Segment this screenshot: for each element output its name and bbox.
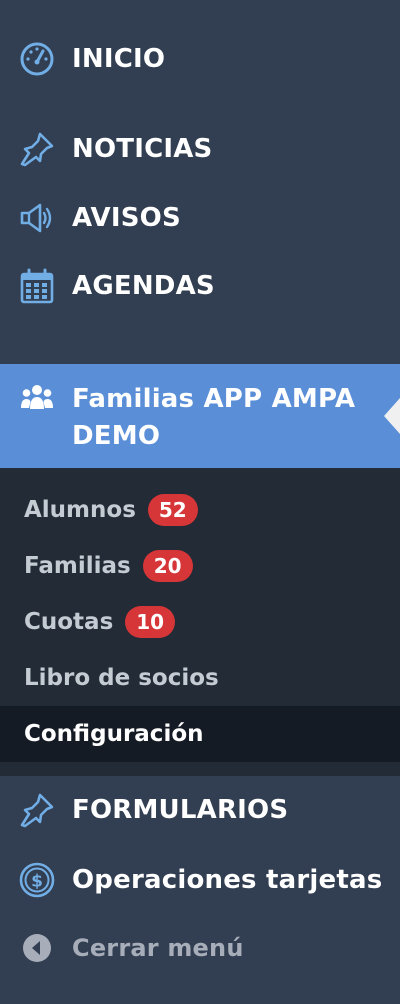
dashboard-gauge-icon <box>18 40 56 78</box>
submenu-familias: Alumnos 52 Familias 20 Cuotas 10 Libro d… <box>0 468 400 776</box>
svg-text:$: $ <box>31 872 43 892</box>
menu-label-familias-app: Familias APP AMPA DEMO <box>72 384 356 451</box>
menu-item-agendas[interactable]: AGENDAS <box>0 263 400 309</box>
megaphone-icon <box>18 199 56 237</box>
group-users-icon <box>18 379 56 417</box>
submenu-item-libro-de-socios[interactable]: Libro de socios <box>0 650 400 706</box>
menu-item-operaciones-tarjetas[interactable]: $ Operaciones tarjetas <box>0 857 400 903</box>
submenu-item-familias[interactable]: Familias 20 <box>0 538 400 594</box>
dollar-circle-icon: $ <box>18 861 56 899</box>
count-badge-cuotas: 10 <box>125 606 176 638</box>
menu-label-operaciones: Operaciones tarjetas <box>72 865 383 895</box>
submenu-item-configuracion[interactable]: Configuración <box>0 706 400 762</box>
submenu-item-alumnos[interactable]: Alumnos 52 <box>0 482 400 538</box>
submenu-label-cuotas: Cuotas <box>24 609 114 635</box>
menu-item-noticias[interactable]: NOTICIAS <box>0 126 400 172</box>
collapse-menu-button[interactable]: Cerrar menú <box>0 925 400 971</box>
collapse-menu-label: Cerrar menú <box>72 934 244 962</box>
menu-item-formularios[interactable]: FORMULARIOS <box>0 787 400 833</box>
active-indicator-arrow <box>384 398 400 434</box>
submenu-label-libro: Libro de socios <box>24 665 219 691</box>
submenu-item-cuotas[interactable]: Cuotas 10 <box>0 594 400 650</box>
menu-label-formularios: FORMULARIOS <box>72 795 289 825</box>
count-badge-alumnos: 52 <box>147 494 198 526</box>
menu-item-avisos[interactable]: AVISOS <box>0 195 400 241</box>
submenu-label-configuracion: Configuración <box>24 721 204 747</box>
menu-item-familias-app[interactable]: Familias APP AMPA DEMO <box>0 364 400 468</box>
submenu-label-familias: Familias <box>24 553 131 579</box>
menu-label-noticias: NOTICIAS <box>72 134 213 164</box>
count-badge-familias: 20 <box>142 550 193 582</box>
menu-item-inicio[interactable]: INICIO <box>0 36 400 82</box>
submenu-label-alumnos: Alumnos <box>24 497 136 523</box>
menu-label-inicio: INICIO <box>72 44 166 74</box>
calendar-icon <box>18 267 56 305</box>
pushpin-icon <box>18 791 56 829</box>
collapse-arrow-icon <box>18 929 56 967</box>
pushpin-icon <box>18 130 56 168</box>
menu-label-agendas: AGENDAS <box>72 271 215 301</box>
menu-label-avisos: AVISOS <box>72 203 181 233</box>
admin-sidebar-menu: INICIO NOTICIAS AVISOS AGENDAS Familias … <box>0 0 400 1004</box>
